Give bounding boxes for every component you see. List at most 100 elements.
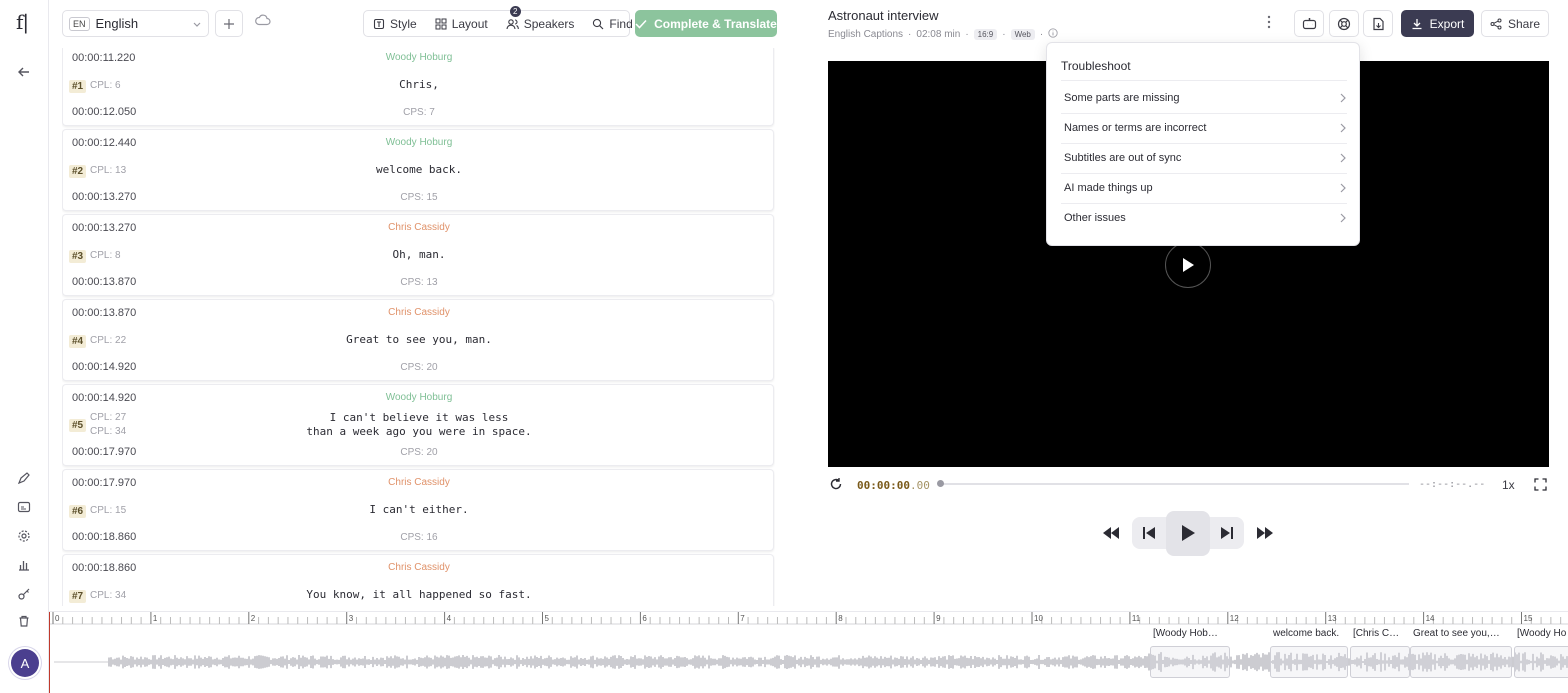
troubleshoot-item[interactable]: Some parts are missing xyxy=(1061,83,1347,113)
caption-cps: CPS: 7 xyxy=(403,107,435,118)
add-language-button[interactable] xyxy=(215,10,243,37)
key-icon[interactable] xyxy=(14,584,34,604)
more-options-icon[interactable] xyxy=(1261,14,1277,33)
timeline-segment-label[interactable]: welcome back. xyxy=(1273,628,1339,639)
caption-card[interactable]: 00:00:13.870 Chris Cassidy #4 CPL: 22 Great … xyxy=(62,299,774,381)
caption-card[interactable]: 00:00:13.270 Chris Cassidy #3 CPL: 8 Oh, man… xyxy=(62,214,774,296)
captions-icon[interactable] xyxy=(14,497,34,517)
timeline-segment-label[interactable]: [Woody Hob… xyxy=(1153,628,1218,639)
caption-text-line[interactable]: Great to see you, man. xyxy=(63,333,775,347)
caption-speaker[interactable]: Chris Cassidy xyxy=(63,562,775,573)
project-meta: English Captions · 02:08 min · 16:9 · We… xyxy=(828,28,1058,41)
timeline-tick-label: 0 xyxy=(55,614,60,623)
timeline-segment[interactable] xyxy=(1350,646,1410,678)
caption-speaker[interactable]: Woody Hoburg xyxy=(63,52,775,63)
app-logo[interactable]: f| xyxy=(16,10,29,34)
style-button[interactable]: Style xyxy=(364,11,426,36)
caption-text-line[interactable]: welcome back. xyxy=(63,163,775,177)
chevron-right-icon xyxy=(1340,123,1346,133)
next-caption-icon[interactable] xyxy=(1218,524,1236,542)
burn-in-button[interactable] xyxy=(1294,10,1324,37)
fast-forward-icon[interactable] xyxy=(1254,524,1276,542)
troubleshoot-item[interactable]: Subtitles are out of sync xyxy=(1061,143,1347,173)
duration: 02:08 min xyxy=(916,29,961,40)
caption-cps: CPS: 15 xyxy=(400,192,438,203)
troubleshoot-item[interactable]: Names or terms are incorrect xyxy=(1061,113,1347,143)
timeline-segment[interactable] xyxy=(1270,646,1348,678)
caption-card[interactable]: 00:00:12.440 Woody Hoburg #2 CPL: 13 welcome… xyxy=(62,129,774,211)
timeline-tick-label: 12 xyxy=(1230,614,1239,623)
layout-button[interactable]: Layout xyxy=(426,11,497,36)
timeline-tick-label: 9 xyxy=(936,614,941,623)
playback-speed[interactable]: 1x xyxy=(1502,478,1515,492)
plus-icon xyxy=(224,18,234,29)
caption-speaker[interactable]: Woody Hoburg xyxy=(63,392,775,403)
end-timecode: --:--:--.-- xyxy=(1419,479,1486,490)
complete-translate-button[interactable]: Complete & Translate xyxy=(635,10,777,37)
language-select[interactable]: EN English xyxy=(62,10,209,37)
caption-text-line[interactable]: than a week ago you were in space. xyxy=(63,425,775,439)
cloud-sync-icon xyxy=(255,14,271,29)
caption-cps: CPS: 16 xyxy=(400,532,438,543)
timeline-segment-label[interactable]: [Chris C… xyxy=(1353,628,1399,639)
timeline-tick-label: 3 xyxy=(349,614,354,623)
caption-text-line[interactable]: I can't either. xyxy=(63,503,775,517)
download-icon xyxy=(1412,18,1422,29)
scrubber-handle[interactable] xyxy=(937,480,944,487)
platform-chip: Web xyxy=(1010,29,1035,40)
file-download-icon xyxy=(1372,17,1384,30)
caption-text-line[interactable]: Oh, man. xyxy=(63,248,775,262)
timeline[interactable]: 0 1 2 3 4 5 6 7 8 9 10 11 12 13 14 15 [Woody Hob… welcom… xyxy=(49,611,1568,693)
caption-cps: CPS: 20 xyxy=(400,362,438,373)
caption-speaker[interactable]: Chris Cassidy xyxy=(63,222,775,233)
back-arrow-icon[interactable] xyxy=(14,62,34,82)
chevron-right-icon xyxy=(1340,153,1346,163)
caption-text-line[interactable]: I can't believe it was less xyxy=(63,411,775,425)
video-play-button[interactable] xyxy=(1165,242,1211,288)
style-icon xyxy=(373,18,385,29)
timeline-playhead[interactable] xyxy=(49,612,50,693)
transport-bar: 00:00:00.00 --:--:--.-- 1x xyxy=(828,474,1549,496)
scrubber[interactable] xyxy=(937,480,1409,487)
timeline-segment[interactable] xyxy=(1514,646,1568,678)
timeline-segment[interactable] xyxy=(1410,646,1512,678)
caption-text-line[interactable]: Chris, xyxy=(63,78,775,92)
timeline-segment[interactable] xyxy=(1150,646,1230,678)
caption-speaker[interactable]: Chris Cassidy xyxy=(63,477,775,488)
rewind-icon[interactable] xyxy=(1100,524,1122,542)
troubleshoot-title: Troubleshoot xyxy=(1061,59,1131,73)
caption-cps: CPS: 13 xyxy=(400,277,438,288)
speakers-button[interactable]: 2 Speakers xyxy=(497,6,584,36)
play-icon[interactable] xyxy=(1176,521,1200,545)
project-title: Astronaut interview xyxy=(828,8,939,23)
caption-speaker[interactable]: Woody Hoburg xyxy=(63,137,775,148)
caption-card[interactable]: 00:00:14.920 Woody Hoburg #5 CPL: 27 CPL: 34… xyxy=(62,384,774,466)
timeline-tick-label: 2 xyxy=(251,614,256,623)
previous-caption-icon[interactable] xyxy=(1140,524,1158,542)
trash-icon[interactable] xyxy=(14,611,34,631)
settings-gear-icon[interactable] xyxy=(14,526,34,546)
caption-text-line[interactable]: You know, it all happened so fast. xyxy=(63,588,775,602)
find-button[interactable]: Find xyxy=(583,11,641,36)
language-code: EN xyxy=(69,16,90,31)
share-button[interactable]: Share xyxy=(1481,10,1549,37)
troubleshoot-item[interactable]: AI made things up xyxy=(1061,173,1347,203)
caption-card[interactable]: 00:00:11.220 Woody Hoburg #1 CPL: 6 Chris, 00… xyxy=(62,48,774,126)
timeline-tick-label: 15 xyxy=(1524,614,1533,623)
user-avatar[interactable]: A xyxy=(11,649,39,677)
fullscreen-icon[interactable] xyxy=(1532,476,1548,492)
pen-icon[interactable] xyxy=(14,468,34,488)
download-file-button[interactable] xyxy=(1363,10,1393,37)
loop-icon[interactable] xyxy=(828,475,844,493)
timeline-segment-label[interactable]: [Woody Ho xyxy=(1517,628,1566,639)
troubleshoot-item[interactable]: Other issues xyxy=(1061,203,1347,233)
chevron-right-icon xyxy=(1340,183,1346,193)
analytics-icon[interactable] xyxy=(14,555,34,575)
timeline-segment-label[interactable]: Great to see you,… xyxy=(1413,628,1500,639)
help-button[interactable] xyxy=(1329,10,1359,37)
caption-card[interactable]: 00:00:18.860 Chris Cassidy #7 CPL: 34 You kn… xyxy=(62,554,774,606)
export-button[interactable]: Export xyxy=(1401,10,1474,37)
caption-card[interactable]: 00:00:17.970 Chris Cassidy #6 CPL: 15 I can'… xyxy=(62,469,774,551)
info-icon[interactable] xyxy=(1048,28,1058,41)
caption-speaker[interactable]: Chris Cassidy xyxy=(63,307,775,318)
